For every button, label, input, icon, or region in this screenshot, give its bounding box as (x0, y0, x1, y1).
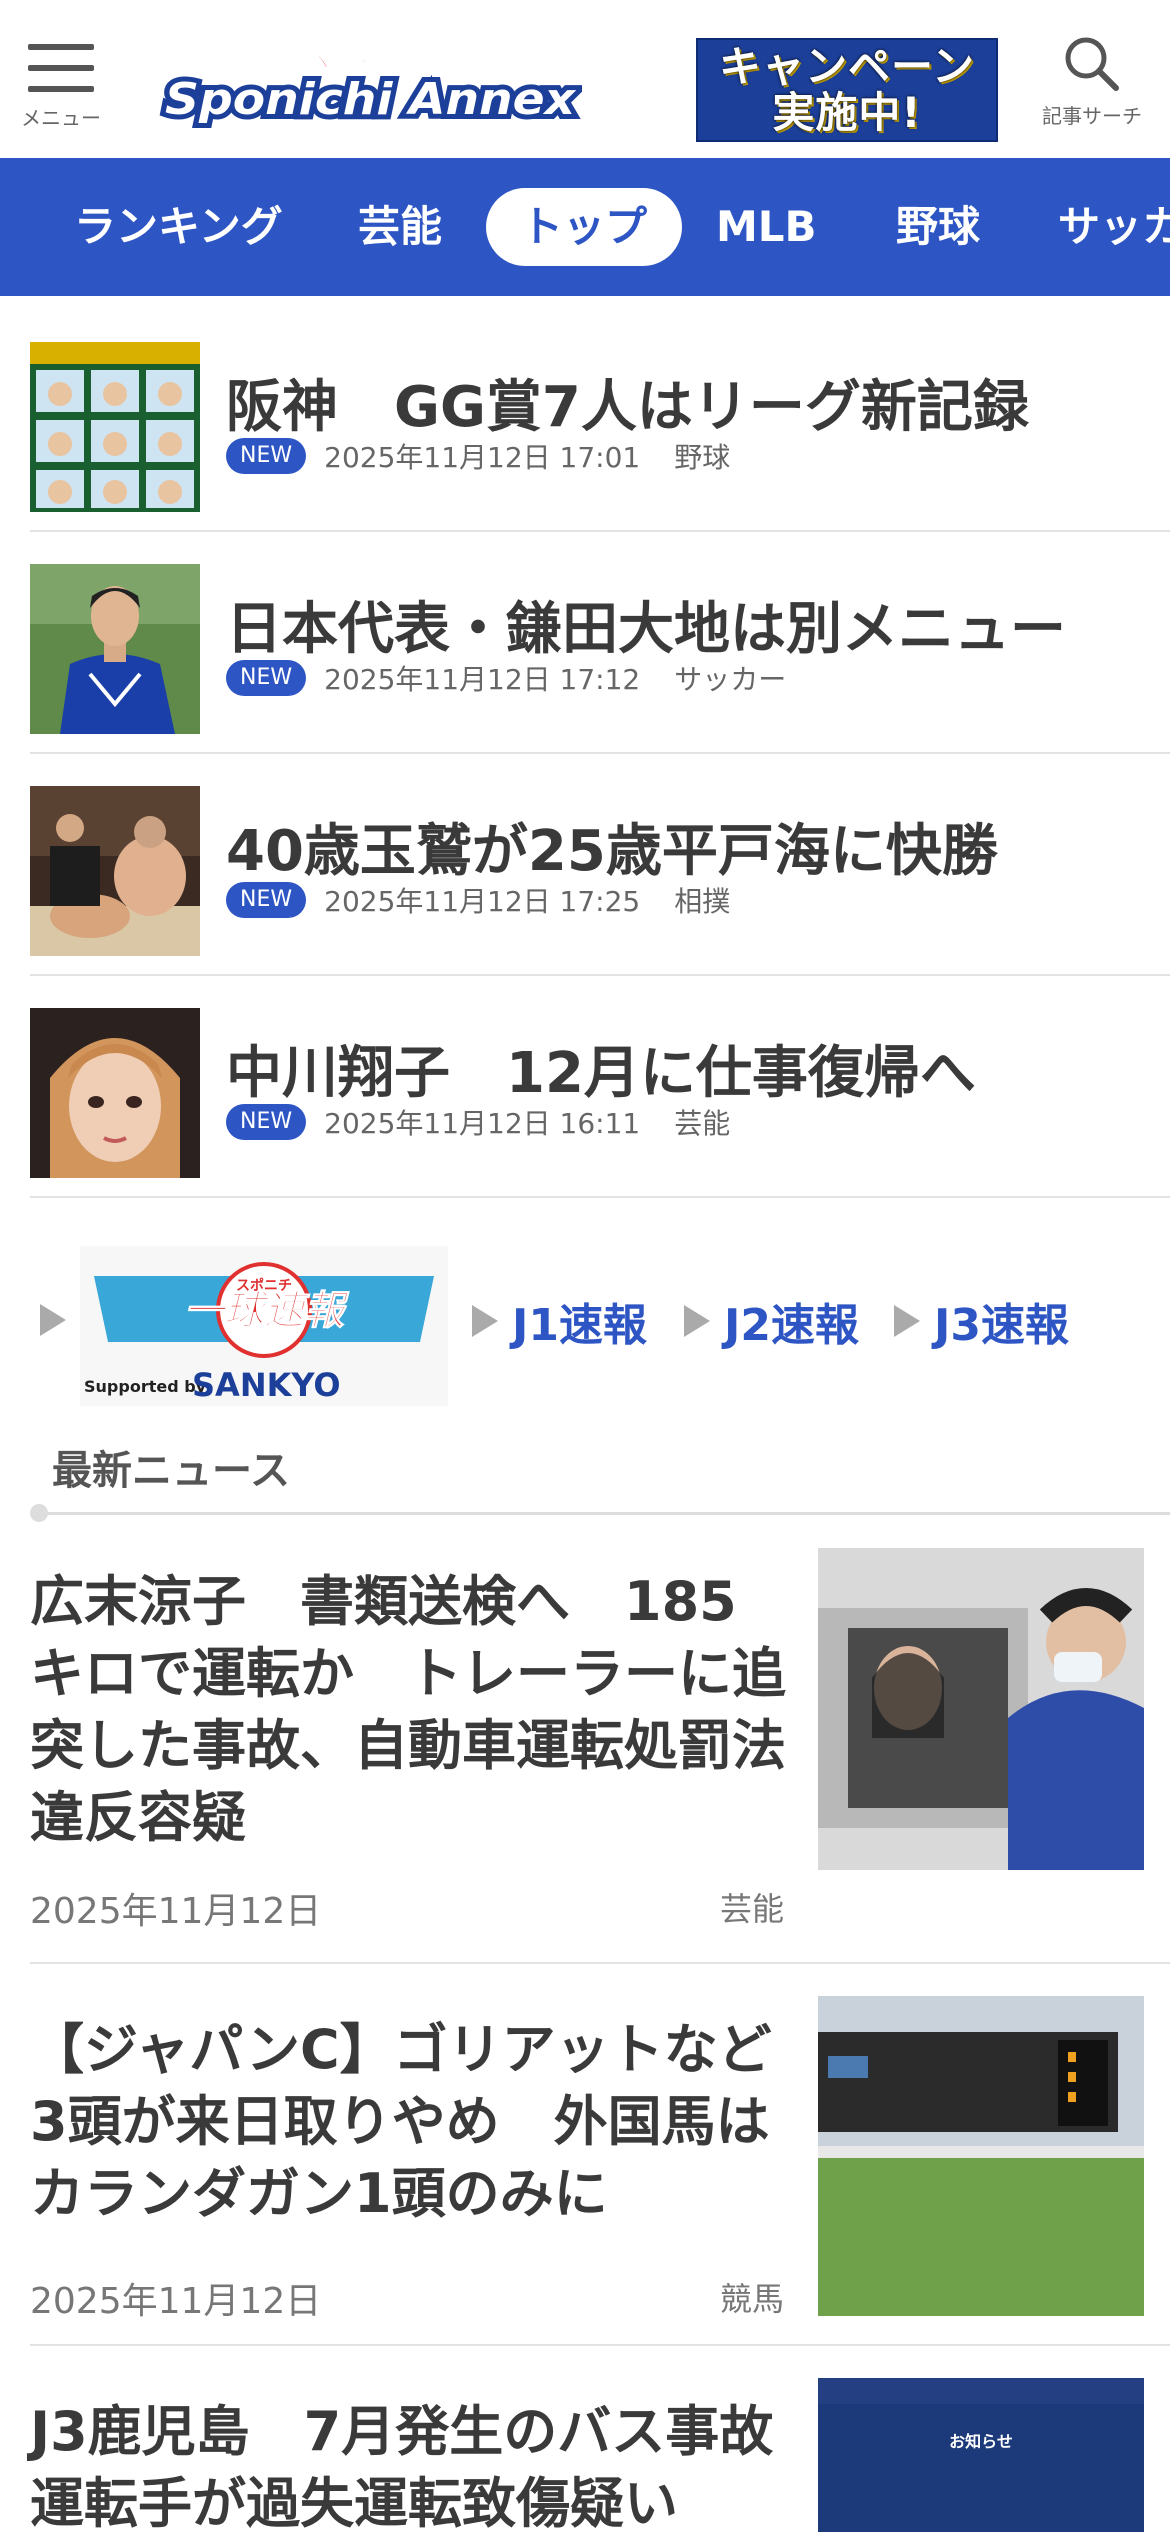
nav-tab-ranking[interactable]: ランキング (74, 188, 283, 266)
story-title[interactable]: 阪神 GG賞7人はリーグ新記録 (226, 362, 1029, 443)
j1-live-link[interactable]: J1速報 (472, 1296, 647, 1351)
story-category: 野球 (674, 441, 731, 474)
play-arrow-icon (684, 1305, 710, 1337)
thumbnail-notice-text: お知らせ (949, 2432, 1013, 2451)
news-date: 2025年11月12日 (30, 1891, 322, 1932)
story-title[interactable]: 日本代表・鎌田大地は別メニュー (226, 584, 1066, 665)
news-category: 芸能 (720, 1890, 785, 1928)
new-badge: NEW (226, 1104, 307, 1140)
section-divider (30, 1512, 1170, 1515)
news-thumbnail: お知らせ (818, 2378, 1144, 2532)
j3-link-label: J3速報 (934, 1300, 1069, 1351)
story-category: 相撲 (674, 885, 731, 918)
story-thumbnail (30, 1008, 200, 1178)
story-thumbnail (30, 564, 200, 734)
new-badge: NEW (226, 660, 307, 696)
site-header: メニュー スポニチ Sponichi Annex キャンペーン 実施中! 記事サ… (0, 0, 1170, 158)
story-category: 芸能 (674, 1107, 731, 1140)
top-story-item[interactable]: 阪神 GG賞7人はリーグ新記録 NEW 2025年11月12日 17:01 野球 (30, 310, 1170, 532)
story-title[interactable]: 中川翔子 12月に仕事復帰へ (226, 1028, 976, 1109)
category-nav: ランキング 芸能 トップ MLB 野球 サッカー (0, 158, 1170, 296)
ikkyu-sokuho-logo[interactable]: 一球速報 スポニチ Supported by SANKYO (80, 1246, 448, 1406)
news-thumbnail (818, 1548, 1144, 1870)
logo-sub-text: スポニチ (236, 1277, 292, 1294)
story-date: 2025年11月12日 17:25 (324, 885, 641, 918)
new-badge: NEW (226, 882, 307, 918)
sponichi-logo[interactable]: スポニチ Sponichi Annex (158, 30, 582, 130)
latest-news-heading: 最新ニュース (52, 1448, 290, 1494)
story-title[interactable]: 40歳玉鷲が25歳平戸海に快勝 (226, 806, 998, 887)
supported-by-text: Supported by (84, 1377, 207, 1396)
menu-label: メニュー (21, 106, 101, 130)
news-category: 競馬 (720, 2280, 785, 2318)
story-date: 2025年11月12日 16:11 (324, 1107, 641, 1140)
hamburger-icon (28, 44, 94, 92)
section-divider-dot (30, 1504, 48, 1522)
search-icon (1065, 37, 1119, 91)
news-date: 2025年11月12日 (30, 2281, 322, 2322)
logo-bottom-text: Sponichi Annex (165, 74, 577, 125)
play-arrow-icon (40, 1304, 66, 1336)
top-story-item[interactable]: 40歳玉鷲が25歳平戸海に快勝 NEW 2025年11月12日 17:25 相撲 (30, 754, 1170, 976)
story-thumbnail (30, 342, 200, 512)
play-arrow-icon (894, 1305, 920, 1337)
search-button[interactable]: 記事サーチ (1032, 34, 1152, 130)
news-list-item[interactable]: 【ジャパンC】ゴリアットなど3頭が来日取りやめ 外国馬はカランダガン1頭のみに … (30, 1996, 1170, 2346)
news-list-item[interactable]: J3鹿児島 7月発生のバス事故運転手が過失運転致傷疑い お知らせ (30, 2378, 1170, 2532)
sponsor-text: SANKYO (192, 1366, 341, 1404)
story-meta: NEW 2025年11月12日 16:11 芸能 (226, 1104, 730, 1140)
news-title[interactable]: 広末涼子 書類送検へ 185キロで運転か トレーラーに追突した事故、自動車運転処… (30, 1566, 790, 1854)
campaign-banner[interactable]: キャンペーン 実施中! (696, 38, 998, 142)
campaign-line1: キャンペーン (719, 42, 975, 91)
top-story-item[interactable]: 中川翔子 12月に仕事復帰へ NEW 2025年11月12日 16:11 芸能 (30, 976, 1170, 1198)
live-score-bar: 一球速報 スポニチ Supported by SANKYO J1速報 J2速報 … (0, 1238, 1170, 1408)
story-thumbnail (30, 786, 200, 956)
top-story-item[interactable]: 日本代表・鎌田大地は別メニュー NEW 2025年11月12日 17:12 サッ… (30, 532, 1170, 754)
news-thumbnail (818, 1996, 1144, 2316)
j2-link-label: J2速報 (724, 1300, 859, 1351)
j2-live-link[interactable]: J2速報 (684, 1296, 859, 1351)
story-meta: NEW 2025年11月12日 17:25 相撲 (226, 882, 730, 918)
play-arrow-icon (472, 1305, 498, 1337)
logo-main-text: 一球速報 (184, 1288, 350, 1334)
search-label: 記事サーチ (1042, 104, 1142, 128)
nav-tab-baseball[interactable]: 野球 (896, 188, 980, 266)
story-meta: NEW 2025年11月12日 17:12 サッカー (226, 660, 786, 696)
nav-tab-mlb[interactable]: MLB (716, 188, 817, 266)
news-title[interactable]: 【ジャパンC】ゴリアットなど3頭が来日取りやめ 外国馬はカランダガン1頭のみに (30, 2014, 790, 2230)
story-date: 2025年11月12日 17:01 (324, 441, 641, 474)
news-title[interactable]: J3鹿児島 7月発生のバス事故運転手が過失運転致傷疑い (30, 2396, 790, 2532)
logo-top-text: スポニチ (296, 36, 442, 77)
story-meta: NEW 2025年11月12日 17:01 野球 (226, 438, 730, 474)
nav-tab-soccer[interactable]: サッカー (1058, 188, 1170, 266)
menu-button[interactable]: メニュー (18, 38, 104, 130)
campaign-line2: 実施中! (772, 88, 922, 137)
news-list-item[interactable]: 広末涼子 書類送検へ 185キロで運転か トレーラーに追突した事故、自動車運転処… (30, 1548, 1170, 1964)
j1-link-label: J1速報 (512, 1300, 647, 1351)
nav-tab-top[interactable]: トップ (486, 188, 682, 266)
new-badge: NEW (226, 438, 307, 474)
j3-live-link[interactable]: J3速報 (894, 1296, 1069, 1351)
story-category: サッカー (674, 663, 787, 696)
nav-tab-entertainment[interactable]: 芸能 (358, 188, 442, 266)
story-date: 2025年11月12日 17:12 (324, 663, 641, 696)
